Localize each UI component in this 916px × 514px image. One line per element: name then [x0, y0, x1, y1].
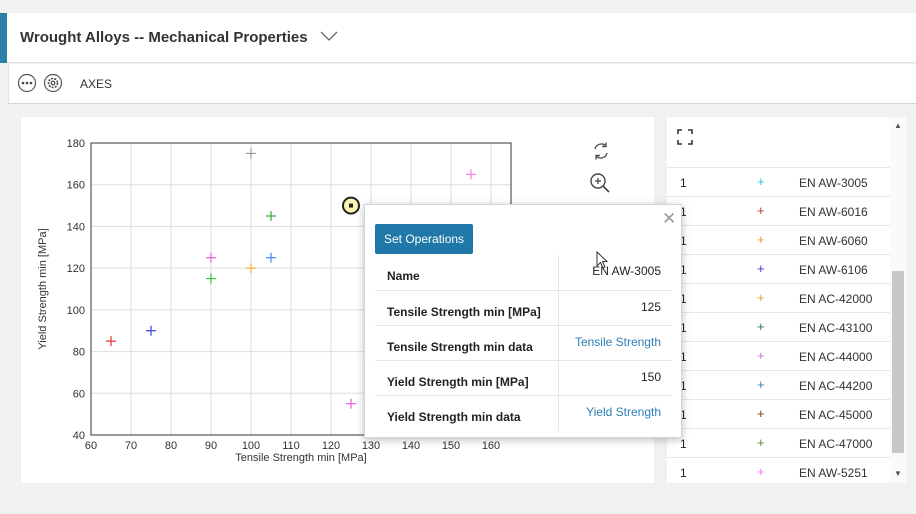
series-marker-icon: + [757, 203, 765, 218]
detail-row: Name EN AW-3005 [375, 255, 671, 290]
item-count: 1 [680, 437, 687, 451]
title-bar: Wrought Alloys -- Mechanical Properties [0, 13, 916, 63]
x-tick-label: 150 [442, 440, 460, 452]
item-count: 1 [680, 176, 687, 190]
column-divider [558, 291, 559, 326]
page-title: Wrought Alloys -- Mechanical Properties [20, 29, 308, 46]
series-marker-icon: + [757, 348, 765, 363]
series-marker-icon: + [757, 319, 765, 334]
alloy-name: EN AW-6016 [799, 205, 868, 219]
legend-list-panel: 1 + EN AW-3005 1 + EN AW-6016 1 + EN AW-6060 1 + EN… [667, 117, 890, 483]
scroll-down-icon[interactable]: ▼ [894, 469, 902, 478]
x-tick-label: 130 [362, 440, 380, 452]
alloy-name: EN AC-42000 [799, 292, 873, 306]
list-item[interactable]: 1 + EN AC-44000 [667, 341, 890, 370]
x-tick-label: 110 [282, 440, 300, 452]
y-tick-label: 180 [67, 138, 85, 150]
scrollbar-thumb[interactable] [892, 271, 904, 453]
axes-button[interactable]: AXES [80, 77, 112, 91]
series-marker-icon: + [757, 377, 765, 392]
list-item[interactable]: 1 + EN AW-6060 [667, 225, 890, 254]
y-tick-label: 160 [67, 180, 85, 192]
alloy-name: EN AC-47000 [799, 437, 873, 451]
alloy-name: EN AC-43100 [799, 321, 873, 335]
x-tick-label: 60 [85, 440, 97, 452]
y-tick-label: 100 [67, 305, 85, 317]
alloy-name: EN AC-44200 [799, 379, 873, 393]
toolbar: AXES [8, 64, 916, 104]
x-tick-label: 80 [165, 440, 177, 452]
set-operations-button[interactable]: Set Operations [375, 224, 474, 254]
detail-link[interactable]: Yield Strength [586, 405, 661, 419]
alloy-name: EN AW-6106 [799, 263, 868, 277]
y-tick-label: 120 [67, 263, 85, 275]
scroll-up-icon[interactable]: ▲ [894, 121, 902, 130]
x-tick-label: 160 [482, 440, 500, 452]
list-scrollbar[interactable]: ▲ ▼ [890, 117, 906, 483]
item-count: 1 [680, 466, 687, 480]
detail-key: Yield Strength min [MPa] [387, 375, 529, 389]
details-table: Name EN AW-3005 Tensile Strength min [MPa]… [375, 255, 671, 431]
refresh-icon[interactable] [591, 141, 611, 161]
y-tick-label: 140 [67, 221, 85, 233]
detail-value: 150 [640, 370, 661, 384]
alloy-name: EN AW-3005 [799, 176, 868, 190]
x-tick-label: 90 [205, 440, 217, 452]
x-tick-label: 120 [322, 440, 340, 452]
detail-link[interactable]: Tensile Strength [575, 335, 661, 349]
series-marker-icon: + [757, 406, 765, 421]
detail-key: Tensile Strength min [MPa] [387, 305, 541, 319]
detail-key: Name [387, 269, 420, 283]
alloy-name: EN AW-5251 [799, 466, 868, 480]
x-tick-label: 140 [402, 440, 420, 452]
list-item[interactable]: 1 + EN AC-45000 [667, 399, 890, 428]
selected-point-marker [349, 203, 353, 208]
series-marker-icon: + [757, 290, 765, 305]
list-item[interactable]: 1 + EN AW-3005 [667, 167, 890, 196]
series-marker-icon: + [757, 232, 765, 247]
detail-value: 125 [640, 300, 661, 314]
detail-key: Yield Strength min data [387, 410, 521, 424]
list-item[interactable]: 1 + EN AC-42000 [667, 283, 890, 312]
x-axis-label: Tensile Strength min [MPa] [235, 452, 366, 464]
detail-row: Yield Strength min data Yield Strength [375, 395, 671, 431]
series-marker-icon: + [757, 435, 765, 450]
list-item[interactable]: 1 + EN AW-5251 [667, 457, 890, 483]
series-marker-icon: + [757, 174, 765, 189]
alloy-list: 1 + EN AW-3005 1 + EN AW-6016 1 + EN AW-6060 1 + EN… [667, 167, 890, 483]
series-marker-icon: + [757, 261, 765, 276]
settings-icon[interactable] [43, 73, 63, 93]
alloy-name: EN AC-44000 [799, 350, 873, 364]
more-icon[interactable] [17, 73, 37, 93]
title-accent-bar [0, 13, 7, 63]
x-tick-label: 70 [125, 440, 137, 452]
x-tick-label: 100 [242, 440, 260, 452]
expand-icon[interactable] [677, 129, 693, 145]
alloy-name: EN AC-45000 [799, 408, 873, 422]
detail-key: Tensile Strength min data [387, 340, 533, 354]
list-item[interactable]: 1 + EN AW-6106 [667, 254, 890, 283]
list-item[interactable]: 1 + EN AC-47000 [667, 428, 890, 457]
series-marker-icon: + [757, 464, 765, 479]
detail-row: Yield Strength min [MPa] 150 [375, 360, 671, 396]
column-divider [558, 326, 559, 361]
list-item[interactable]: 1 + EN AC-43100 [667, 312, 890, 341]
y-tick-label: 80 [73, 347, 85, 359]
chevron-down-icon[interactable] [320, 30, 338, 42]
detail-row: Tensile Strength min data Tensile Strengt… [375, 325, 671, 361]
alloy-name: EN AW-6060 [799, 234, 868, 248]
mouse-cursor-icon [596, 251, 609, 269]
point-details-popup: ✕ Set Operations Name EN AW-3005 Tensile S… [364, 204, 682, 438]
close-icon[interactable]: ✕ [662, 209, 676, 229]
column-divider [558, 396, 559, 431]
zoom-in-icon[interactable] [589, 172, 611, 194]
list-item[interactable]: 1 + EN AW-6016 [667, 196, 890, 225]
list-item[interactable]: 1 + EN AC-44200 [667, 370, 890, 399]
y-axis-label: Yield Strength min [MPa] [37, 228, 49, 349]
y-tick-label: 40 [73, 430, 85, 442]
detail-row: Tensile Strength min [MPa] 125 [375, 290, 671, 326]
column-divider [558, 361, 559, 396]
column-divider [558, 255, 559, 290]
y-tick-label: 60 [73, 388, 85, 400]
